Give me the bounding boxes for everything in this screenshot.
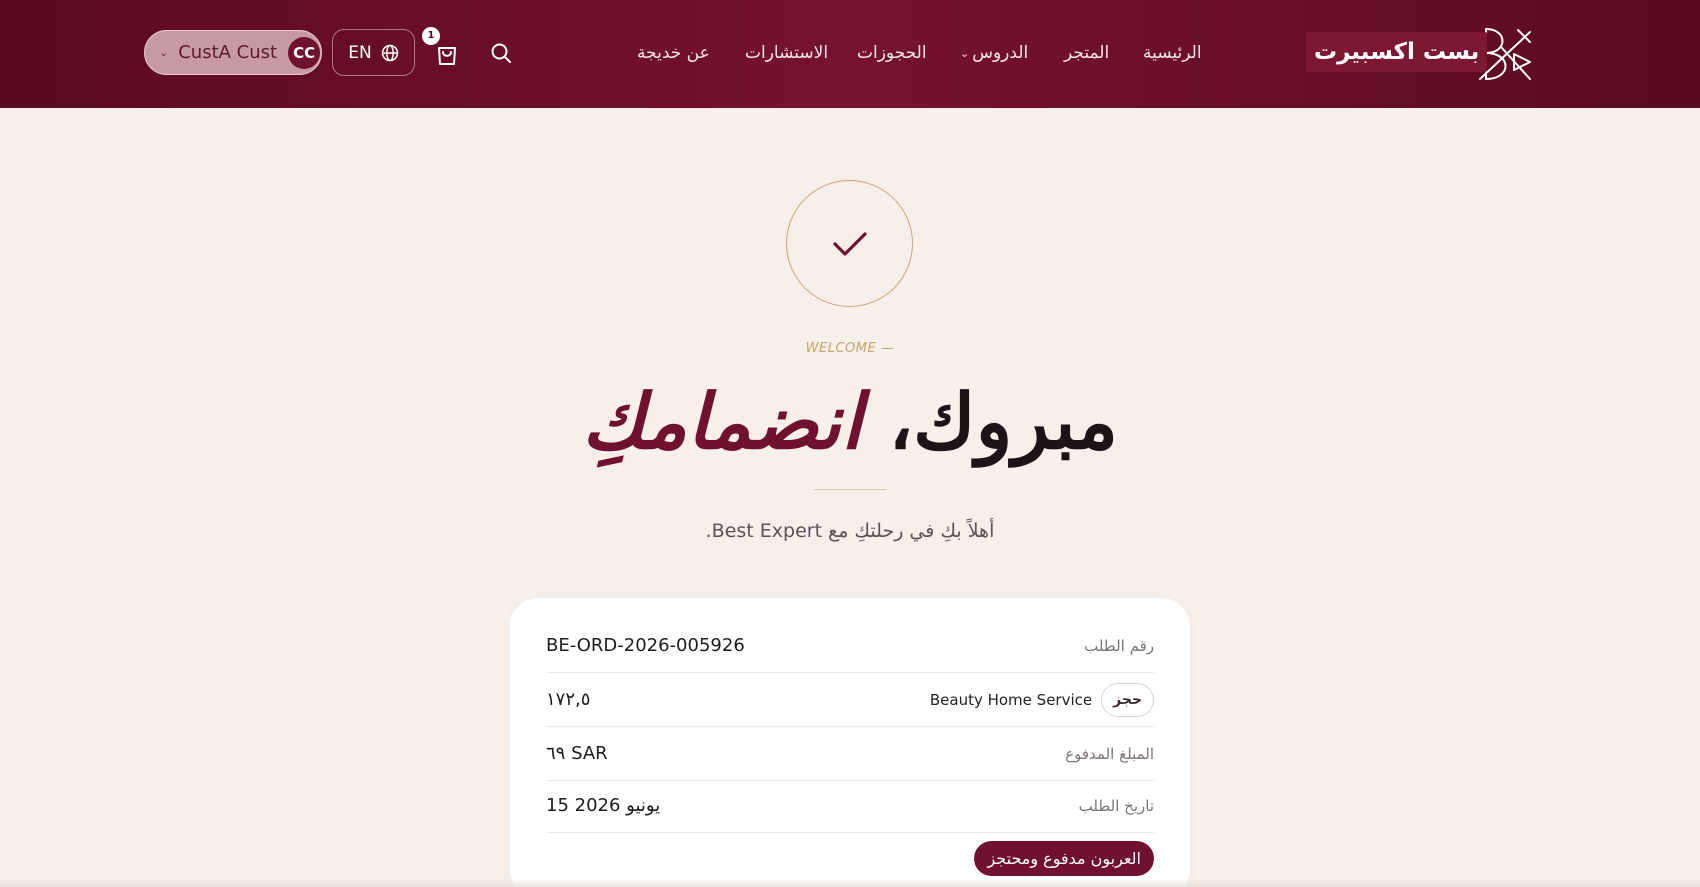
success-check-badge — [786, 180, 913, 307]
nav-lessons-dropdown[interactable]: الدروس ⌄ — [960, 38, 1028, 68]
booking-type-badge: حجز — [1101, 682, 1154, 717]
user-account-menu[interactable]: ⌄ CustA Cust CC — [144, 30, 322, 75]
order-summary-card: BE-ORD-2026-005926 رقم الطلب ١٧٢,٥ Beaut… — [510, 598, 1190, 887]
nav-home-link[interactable]: الرئيسية — [1143, 38, 1202, 68]
page-title: مبروك، انضمامكِ — [0, 372, 1700, 472]
nav-store-link[interactable]: المتجر — [1064, 38, 1109, 68]
nav-store-label: المتجر — [1064, 43, 1110, 63]
chevron-down-icon: ⌄ — [159, 46, 169, 59]
service-name: Beauty Home Service — [929, 690, 1093, 709]
nav-home-label: الرئيسية — [1143, 43, 1202, 63]
search-icon — [491, 43, 511, 63]
divider — [814, 489, 886, 490]
order-number-label: رقم الطلب — [1084, 636, 1154, 655]
cart-icon — [438, 47, 456, 65]
order-item-row: ١٧٢,٥ Beauty Home Service حجز — [546, 673, 1154, 727]
chevron-down-icon: ⌄ — [960, 46, 970, 60]
top-navigation-bar: بست اكسبيرت الرئيسية المتجر الدروس ⌄ الح… — [0, 0, 1700, 108]
nav-consultations-link[interactable]: الاستشارات — [745, 38, 828, 68]
item-label-group: Beauty Home Service حجز — [929, 682, 1154, 717]
brand-name[interactable]: بست اكسبيرت — [1306, 32, 1488, 72]
welcome-subtitle: أهلاً بكِ في رحلتكِ مع Best Expert. — [705, 520, 995, 542]
amount-paid-row: ٦٩ SAR المبلغ المدفوع — [546, 727, 1154, 781]
welcome-eyebrow: WELCOME — — [805, 341, 895, 356]
page-bottom-shadow — [0, 879, 1700, 887]
headline-plain: مبروك، — [888, 377, 1118, 466]
globe-icon — [381, 44, 398, 61]
cart-button[interactable] — [433, 40, 461, 68]
order-date-value: 15 يونيو 2026 — [546, 795, 661, 816]
status-badge: العربون مدفوع ومحتجز — [974, 840, 1154, 876]
amount-paid-value: ٦٩ SAR — [546, 743, 608, 764]
nav-about-label: عن خديجة — [637, 43, 710, 63]
check-icon — [832, 231, 867, 256]
search-button[interactable] — [488, 40, 514, 66]
nav-lessons-label: الدروس — [972, 43, 1029, 63]
language-switcher-button[interactable]: EN — [332, 29, 415, 76]
item-price-value: ١٧٢,٥ — [546, 689, 591, 710]
order-number-value: BE-ORD-2026-005926 — [546, 635, 745, 656]
amount-paid-label: المبلغ المدفوع — [1065, 744, 1154, 763]
user-name: CustA Cust — [178, 42, 278, 63]
order-number-row: BE-ORD-2026-005926 رقم الطلب — [546, 619, 1154, 673]
cart-count-badge: 1 — [422, 27, 440, 45]
nav-about-link[interactable]: عن خديجة — [637, 38, 710, 68]
nav-bookings-label: الحجوزات — [857, 43, 927, 63]
nav-bookings-link[interactable]: الحجوزات — [857, 38, 927, 68]
language-label: EN — [348, 42, 372, 63]
order-status-row: العربون مدفوع ومحتجز — [546, 831, 1154, 885]
nav-consultations-label: الاستشارات — [745, 43, 829, 63]
avatar: CC — [288, 36, 321, 69]
order-date-row: 15 يونيو 2026 تاريخ الطلب — [546, 779, 1154, 833]
headline-accent: انضمامكِ — [582, 377, 863, 466]
order-date-label: تاريخ الطلب — [1078, 796, 1154, 815]
